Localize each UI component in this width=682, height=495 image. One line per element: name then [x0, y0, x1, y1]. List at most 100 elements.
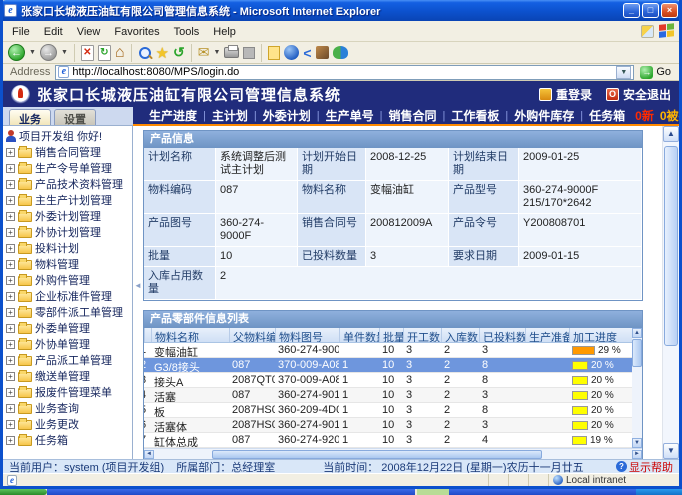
logout-button[interactable]: O 安全退出 [606, 86, 671, 103]
col-8[interactable]: 已投料数 [479, 328, 525, 342]
tree-item-13[interactable]: +外协单管理 [3, 336, 132, 352]
tree-item-19[interactable]: +任务箱 [3, 432, 132, 448]
tree-item-15[interactable]: +缴送单管理 [3, 368, 132, 384]
tree-item-18[interactable]: +业务更改 [3, 416, 132, 432]
scroll-left-icon[interactable]: ◄ [144, 450, 154, 459]
close-button[interactable]: × [661, 3, 678, 18]
tree-item-2[interactable]: +生产令号单管理 [3, 160, 132, 176]
refresh-button[interactable]: ↻ [97, 43, 112, 63]
tree-item-8[interactable]: +物料管理 [3, 256, 132, 272]
research-button[interactable] [315, 43, 330, 63]
col-7[interactable]: 入库数 [441, 328, 479, 342]
tree-item-6[interactable]: +外协计划管理 [3, 224, 132, 240]
menu-help[interactable]: Help [206, 24, 243, 40]
relogin-button[interactable]: 重登录 [539, 86, 592, 103]
expand-plus-icon[interactable]: + [6, 324, 15, 333]
address-input[interactable]: e http://localhost:8080/MPS/login.do ▼ [55, 65, 634, 80]
col-9[interactable]: 生产准备 [525, 328, 569, 342]
tree-item-16[interactable]: +报废件管理菜单 [3, 384, 132, 400]
notes-button[interactable] [267, 43, 281, 63]
expand-plus-icon[interactable]: + [6, 196, 15, 205]
expand-plus-icon[interactable]: + [6, 420, 15, 429]
favorites-button[interactable]: ★ [155, 43, 170, 63]
table-row[interactable]: 3接头A2087QT002370-009-A085011032820 % [144, 373, 642, 388]
tree-item-11[interactable]: +零部件派工单管理 [3, 304, 132, 320]
forward-dropdown-icon[interactable]: ▼ [60, 49, 69, 56]
col-5[interactable]: 批量 [379, 328, 403, 342]
print-button[interactable] [223, 43, 240, 63]
expand-plus-icon[interactable]: + [6, 228, 15, 237]
scroll-down-icon[interactable]: ▼ [632, 438, 642, 448]
col-3[interactable]: 物料图号 [275, 328, 339, 342]
mail-button[interactable]: ✉ [197, 43, 211, 63]
back-button[interactable]: ← [7, 43, 26, 63]
table-row[interactable]: 7缸体总成087360-274-9200F11032419 % [144, 433, 642, 448]
windows-taskbar[interactable] [0, 489, 682, 495]
nav-item-6[interactable]: 工作看板 [445, 107, 505, 124]
taskbar-item[interactable] [417, 489, 449, 495]
back-dropdown-icon[interactable]: ▼ [28, 49, 37, 56]
nav-item-4[interactable]: 生产单号 [320, 107, 380, 124]
col-4[interactable]: 单件数量 [339, 328, 379, 342]
expand-plus-icon[interactable]: + [6, 148, 15, 157]
scroll-down-icon[interactable]: ▼ [663, 443, 679, 459]
expand-plus-icon[interactable]: + [6, 404, 15, 413]
menu-tools[interactable]: Tools [167, 24, 207, 40]
parts-table-hscrollbar[interactable]: ◄ ► [144, 448, 642, 459]
msn-button[interactable]: < [302, 43, 312, 63]
maximize-button[interactable]: □ [642, 3, 659, 18]
tree-item-12[interactable]: +外委单管理 [3, 320, 132, 336]
tree-item-4[interactable]: +主生产计划管理 [3, 192, 132, 208]
sidebar-collapse-icon[interactable]: ◄ [134, 281, 142, 290]
buddies-button[interactable] [332, 43, 349, 63]
expand-plus-icon[interactable]: + [6, 292, 15, 301]
nav-item-1[interactable]: 生产进度 [143, 107, 203, 124]
table-row[interactable]: 1变幅油缸360-274-9000F1032329 % [144, 343, 642, 358]
tree-item-5[interactable]: +外委计划管理 [3, 208, 132, 224]
start-button[interactable] [0, 489, 47, 495]
expand-plus-icon[interactable]: + [6, 372, 15, 381]
expand-plus-icon[interactable]: + [6, 164, 15, 173]
tree-item-3[interactable]: +产品技术资料管理 [3, 176, 132, 192]
expand-plus-icon[interactable]: + [6, 308, 15, 317]
expand-plus-icon[interactable]: + [6, 276, 15, 285]
scroll-up-icon[interactable]: ▲ [663, 126, 679, 142]
history-button[interactable]: ↺ [172, 43, 186, 63]
edit-button[interactable] [242, 43, 256, 63]
title-bar[interactable]: e 张家口长城液压油缸有限公司管理信息系统 - Microsoft Intern… [0, 0, 682, 21]
minimize-button[interactable]: _ [623, 3, 640, 18]
menu-file[interactable]: File [5, 24, 37, 40]
tree-item-14[interactable]: +产品派工单管理 [3, 352, 132, 368]
home-button[interactable]: ⌂ [114, 43, 126, 63]
expand-plus-icon[interactable]: + [6, 356, 15, 365]
nav-item-5[interactable]: 销售合同 [383, 107, 443, 124]
tree-item-17[interactable]: +业务查询 [3, 400, 132, 416]
tree-item-10[interactable]: +企业标准件管理 [3, 288, 132, 304]
table-row[interactable]: 6活塞体2087HS002360-274-9011W11032320 % [144, 418, 642, 433]
tree-item-1[interactable]: +销售合同管理 [3, 144, 132, 160]
nav-item-7[interactable]: 外购件库存 [508, 107, 580, 124]
go-button[interactable]: → Go [634, 66, 677, 79]
show-help-link[interactable]: ? 显示帮助 [616, 459, 673, 473]
menu-edit[interactable]: Edit [37, 24, 70, 40]
scrollbar-thumb[interactable] [664, 146, 678, 346]
expand-plus-icon[interactable]: + [6, 436, 15, 445]
col-1[interactable]: 物料名称 [151, 328, 229, 342]
menu-favorites[interactable]: Favorites [107, 24, 166, 40]
page-vscrollbar[interactable]: ▲ ▼ [662, 126, 679, 459]
nav-item-3[interactable]: 外委计划 [257, 107, 317, 124]
expand-plus-icon[interactable]: + [6, 388, 15, 397]
col-6[interactable]: 开工数 [403, 328, 441, 342]
search-button[interactable] [137, 43, 153, 63]
expand-plus-icon[interactable]: + [6, 340, 15, 349]
expand-plus-icon[interactable]: + [6, 260, 15, 269]
mail-dropdown-icon[interactable]: ▼ [212, 49, 221, 56]
scroll-up-icon[interactable]: ▲ [632, 328, 642, 338]
expand-plus-icon[interactable]: + [6, 244, 15, 253]
menu-view[interactable]: View [70, 24, 108, 40]
address-dropdown-icon[interactable]: ▼ [616, 66, 631, 79]
nav-item-8[interactable]: 任务箱 [583, 107, 631, 124]
expand-plus-icon[interactable]: + [6, 212, 15, 221]
tree-item-9[interactable]: +外购件管理 [3, 272, 132, 288]
tab-业务[interactable]: 业务 [9, 109, 51, 125]
